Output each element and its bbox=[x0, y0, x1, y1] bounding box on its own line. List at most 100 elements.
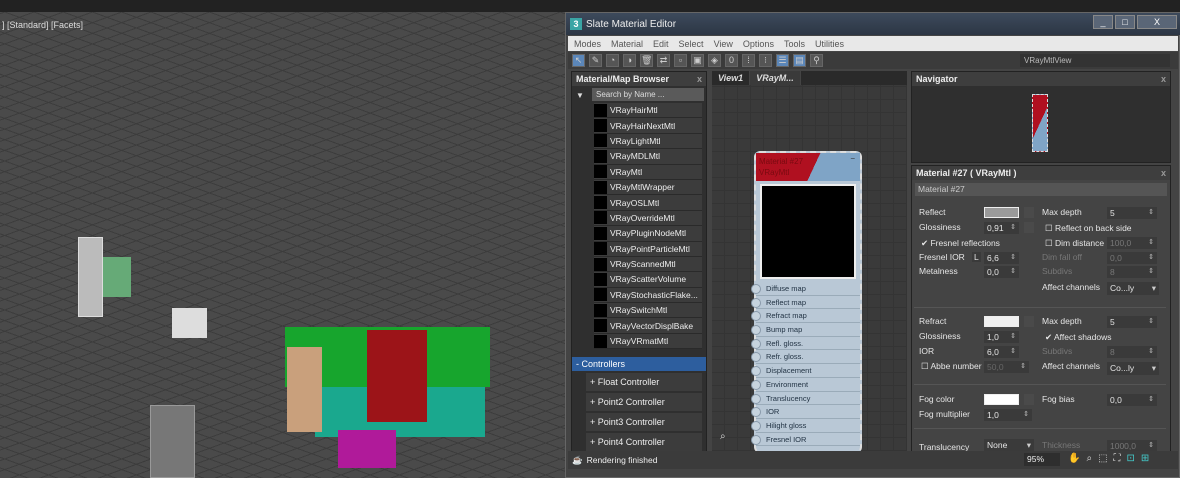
controller-item[interactable]: + Float Controller bbox=[586, 373, 702, 392]
browser-options-icon[interactable]: ▼ bbox=[576, 91, 584, 100]
node-input-slot[interactable]: Refl. gloss. bbox=[751, 337, 860, 351]
zoom-all-icon[interactable]: ⊞ bbox=[1141, 453, 1149, 464]
browser-item[interactable]: VRayVRmatMtl bbox=[594, 333, 702, 350]
refract-color-swatch[interactable] bbox=[984, 316, 1019, 327]
zoom-extents-icon[interactable]: ⛶ bbox=[1114, 453, 1121, 464]
3d-viewport[interactable]: ] [Standard] [Facets] bbox=[0, 12, 565, 478]
menu-tools[interactable]: Tools bbox=[784, 39, 805, 49]
viewport-label[interactable]: ] [Standard] [Facets] bbox=[2, 20, 83, 30]
ior-spinner[interactable]: 6,0 bbox=[984, 346, 1019, 358]
put-material-icon[interactable]: ◔ bbox=[606, 54, 619, 67]
refract-max-depth-spinner[interactable]: 5 bbox=[1107, 316, 1157, 328]
browser-item[interactable]: VRayLightMtl bbox=[594, 133, 702, 150]
material-browser-toggle-icon[interactable]: ☰ bbox=[776, 54, 789, 67]
node-input-slot[interactable]: Refr. gloss. bbox=[751, 350, 860, 365]
refract-map-button[interactable] bbox=[1024, 316, 1034, 327]
reflect-max-depth-spinner[interactable]: 5 bbox=[1107, 207, 1157, 219]
node-input-slot[interactable]: Bump map bbox=[751, 323, 860, 337]
browser-item[interactable]: VRayVectorDisplBake bbox=[594, 318, 702, 334]
browser-close-icon[interactable]: x bbox=[697, 72, 702, 86]
reflect-back-side-checkbox[interactable]: ☐ Reflect on back side bbox=[1045, 223, 1132, 234]
node-input-slot[interactable]: Hilight gloss bbox=[751, 419, 860, 433]
parameter-editor-toggle-icon[interactable]: ▤ bbox=[793, 54, 806, 67]
metalness-spinner[interactable]: 0,0 bbox=[984, 266, 1019, 278]
search-input[interactable]: Search by Name ... bbox=[592, 88, 704, 101]
delete-icon[interactable]: 🗑 bbox=[640, 54, 653, 67]
sample-type-icon[interactable]: 0 bbox=[725, 54, 738, 67]
minimize-button[interactable]: _ bbox=[1093, 15, 1113, 29]
reflect-map-button[interactable] bbox=[1024, 207, 1034, 218]
browser-item[interactable]: VRayMtlWrapper bbox=[594, 179, 702, 196]
reflect-glossiness-spinner[interactable]: 0,91 bbox=[984, 222, 1019, 234]
refract-glossiness-spinner[interactable]: 1,0 bbox=[984, 331, 1019, 343]
browser-item[interactable]: VRayMtl bbox=[594, 164, 702, 180]
glossiness-map-button[interactable] bbox=[1024, 222, 1034, 233]
menu-modes[interactable]: Modes bbox=[574, 39, 601, 49]
tab-vraymtl[interactable]: VRayM... bbox=[750, 71, 801, 85]
controller-item[interactable]: + Point3 Controller bbox=[586, 413, 702, 432]
background-icon[interactable]: ◈ bbox=[708, 54, 721, 67]
layout-children-icon[interactable]: ⁝ bbox=[759, 54, 772, 67]
fog-multiplier-spinner[interactable]: 1,0 bbox=[984, 409, 1032, 421]
close-button[interactable]: X bbox=[1137, 15, 1177, 29]
binoculars-icon[interactable]: ⌕ bbox=[720, 431, 734, 443]
eyedropper-icon[interactable]: ✎ bbox=[589, 54, 602, 67]
browser-item[interactable]: VRayScatterVolume bbox=[594, 272, 702, 288]
zoom-region-icon[interactable]: ⬚ bbox=[1098, 453, 1107, 464]
node-input-slot[interactable]: IOR bbox=[751, 405, 860, 419]
reflect-affect-channels-dropdown[interactable]: Co...ly bbox=[1107, 282, 1159, 295]
node-input-slot[interactable]: Translucency bbox=[751, 392, 860, 406]
reflect-color-swatch[interactable] bbox=[984, 207, 1019, 218]
menu-options[interactable]: Options bbox=[743, 39, 774, 49]
controller-item[interactable]: + Point4 Controller bbox=[586, 433, 702, 452]
browser-item[interactable]: VRayMDLMtl bbox=[594, 149, 702, 165]
menu-utilities[interactable]: Utilities bbox=[815, 39, 844, 49]
node-header[interactable]: Material #27 VRayMtl − bbox=[756, 153, 860, 181]
controllers-group-header[interactable]: - Controllers bbox=[572, 357, 706, 372]
pan-hand-icon[interactable]: ✋ bbox=[1068, 453, 1080, 464]
browser-item[interactable]: VRayHairMtl bbox=[594, 103, 702, 119]
abbe-checkbox[interactable]: ☐ Abbe number bbox=[921, 361, 982, 372]
assign-material-icon[interactable]: ◑ bbox=[623, 54, 636, 67]
controller-item[interactable]: + Point2 Controller bbox=[586, 393, 702, 412]
material-node[interactable]: Material #27 VRayMtl − Diffuse map Reflec… bbox=[751, 151, 862, 453]
node-input-slot[interactable]: Reflect map bbox=[751, 296, 860, 310]
dim-distance-checkbox[interactable]: ☐ Dim distance bbox=[1045, 238, 1104, 249]
material-list[interactable]: VRayHairMtl VRayHairNextMtl VRayLightMtl VR… bbox=[572, 103, 706, 350]
lock-icon[interactable]: ▫ bbox=[674, 54, 687, 67]
node-input-slot[interactable]: Displacement bbox=[751, 364, 860, 378]
menu-view[interactable]: View bbox=[714, 39, 733, 49]
browser-item[interactable]: VRayPluginNodeMtl bbox=[594, 226, 702, 242]
node-input-slot[interactable]: Refract map bbox=[751, 309, 860, 324]
browser-item[interactable]: VRayOverrideMtl bbox=[594, 210, 702, 227]
refract-affect-channels-dropdown[interactable]: Co...ly bbox=[1107, 362, 1159, 375]
node-minimize-icon[interactable]: − bbox=[850, 153, 855, 164]
view-select-dropdown[interactable]: VRayMtlView bbox=[1020, 54, 1170, 67]
fog-bias-spinner[interactable]: 0,0 bbox=[1107, 394, 1157, 406]
menu-material[interactable]: Material bbox=[611, 39, 643, 49]
material-close-icon[interactable]: x bbox=[1161, 166, 1166, 180]
fog-color-swatch[interactable] bbox=[984, 394, 1019, 405]
affect-shadows-checkbox[interactable]: ✔ Affect shadows bbox=[1045, 332, 1112, 343]
browser-item[interactable]: VRayStochasticFlake... bbox=[594, 287, 702, 304]
fresnel-checkbox[interactable]: ✔ Fresnel reflections bbox=[921, 238, 1000, 249]
browser-item[interactable]: VRayPointParticleMtl bbox=[594, 241, 702, 257]
show-map-icon[interactable]: ▣ bbox=[691, 54, 704, 67]
title-bar[interactable]: 3 Slate Material Editor _ □ X bbox=[566, 13, 1180, 35]
node-input-slot[interactable]: Fresnel IOR bbox=[751, 433, 860, 447]
fog-map-button[interactable] bbox=[1024, 394, 1034, 405]
maximize-button[interactable]: □ bbox=[1115, 15, 1135, 29]
zoom-selected-icon[interactable]: ⊡ bbox=[1127, 453, 1135, 464]
browser-item[interactable]: VRaySwitchMtl bbox=[594, 303, 702, 319]
select-by-material-icon[interactable]: ⚲ bbox=[810, 54, 823, 67]
zoom-dropdown[interactable]: 95% bbox=[1024, 453, 1060, 466]
node-input-slot[interactable]: Environment bbox=[751, 378, 860, 392]
material-name-field[interactable]: Material #27 bbox=[915, 183, 1167, 196]
move-children-icon[interactable]: ⇄ bbox=[657, 54, 670, 67]
node-view[interactable]: View1 VRayM... Material #27 VRayMtl − Di… bbox=[712, 71, 907, 463]
select-tool-icon[interactable]: ↖ bbox=[572, 54, 585, 67]
menu-select[interactable]: Select bbox=[679, 39, 704, 49]
navigator-close-icon[interactable]: x bbox=[1161, 72, 1166, 86]
browser-item[interactable]: VRayOSLMtl bbox=[594, 195, 702, 211]
layout-icon[interactable]: ⁞ bbox=[742, 54, 755, 67]
